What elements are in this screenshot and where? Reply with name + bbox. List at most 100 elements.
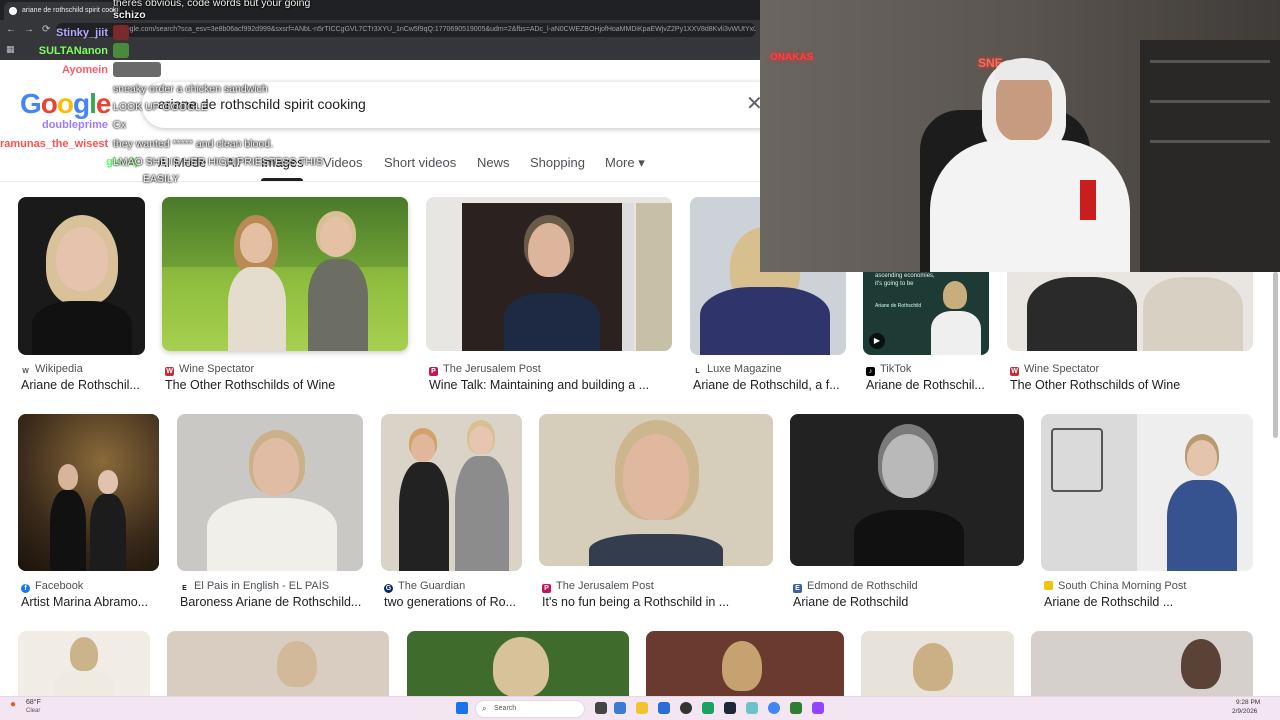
tab-title: ariane de rothschild spirit cooki xyxy=(22,7,119,14)
tab-videos[interactable]: Videos xyxy=(323,155,363,170)
result-thumbnail[interactable] xyxy=(18,414,159,571)
result-title[interactable]: Ariane de Rothschil... xyxy=(21,378,145,392)
chat-username: doubleprime xyxy=(41,119,108,131)
result-title[interactable]: Ariane de Rothschil... xyxy=(866,378,988,392)
result-source: ♪ TikTok xyxy=(866,363,988,376)
result-title[interactable]: Ariane de Rothschild ... xyxy=(1044,595,1252,609)
chat-username: Stinky_jiit xyxy=(56,27,108,39)
webcam-overlay: ONAKAS SNE xyxy=(760,0,1280,272)
image-result[interactable]: South China Morning Post Ariane de Roths… xyxy=(1041,414,1253,610)
windows-taskbar: ● 68°F Clear ⌕ Search 9:28 PM 2/9/2026 xyxy=(0,696,1280,720)
image-result[interactable]: E El Pais in English - EL PAÍS Baroness A… xyxy=(177,414,363,610)
result-thumbnail[interactable] xyxy=(861,631,1014,696)
image-result[interactable]: P The Jerusalem Post It's no fun being a … xyxy=(539,414,773,610)
play-icon: ▶ xyxy=(869,333,885,349)
result-thumbnail[interactable] xyxy=(18,631,150,696)
portrait xyxy=(88,470,128,571)
result-thumbnail[interactable] xyxy=(1041,414,1253,571)
page-scrollbar[interactable] xyxy=(1273,272,1278,438)
chrome-icon[interactable] xyxy=(768,702,780,714)
result-thumbnail[interactable] xyxy=(167,631,389,696)
result-source: E Edmond de Rothschild xyxy=(793,580,1023,593)
result-title[interactable]: It's no fun being a Rothschild in ... xyxy=(542,595,772,609)
tiktok-caption-line: it's going to be xyxy=(875,281,914,287)
store-icon[interactable] xyxy=(658,702,670,714)
result-thumbnail[interactable] xyxy=(539,414,773,566)
portrait xyxy=(451,420,511,571)
portrait xyxy=(850,424,966,566)
result-source: W Wine Spectator xyxy=(1010,363,1100,376)
emote-icon xyxy=(113,25,129,40)
result-title[interactable]: Wine Talk: Maintaining and building a ..… xyxy=(429,378,669,392)
tab-short-videos[interactable]: Short videos xyxy=(384,155,456,170)
scmp-icon xyxy=(1044,581,1053,590)
result-thumbnail[interactable] xyxy=(18,197,145,355)
result-title[interactable]: Baroness Ariane de Rothschild... xyxy=(180,595,362,609)
portrait xyxy=(197,424,347,571)
result-thumbnail[interactable] xyxy=(407,631,629,696)
app-icon[interactable] xyxy=(812,702,824,714)
task-view-icon[interactable] xyxy=(595,702,607,714)
widgets-icon[interactable] xyxy=(614,702,626,714)
edmond-icon: E xyxy=(793,584,802,593)
image-result[interactable]: f Facebook Artist Marina Abramo... xyxy=(18,414,159,610)
result-title[interactable]: Artist Marina Abramo... xyxy=(21,595,159,609)
tiktok-name-caption: Ariane de Rothschild xyxy=(875,303,922,309)
result-source: G The Guardian xyxy=(384,580,466,593)
bleached-hair xyxy=(994,60,1054,80)
result-title[interactable]: Ariane de Rothschild, a f... xyxy=(693,378,843,392)
result-thumbnail[interactable] xyxy=(646,631,844,696)
clock-time[interactable]: 9:28 PM xyxy=(1236,699,1260,706)
result-thumbnail[interactable] xyxy=(381,414,522,571)
jpost-icon: P xyxy=(542,584,551,593)
file-explorer-icon[interactable] xyxy=(636,702,648,714)
result-thumbnail[interactable] xyxy=(426,197,672,351)
result-thumbnail[interactable] xyxy=(790,414,1024,566)
image-result[interactable]: E Edmond de Rothschild Ariane de Rothschi… xyxy=(790,414,1024,610)
result-title[interactable]: The Other Rothschilds of Wine xyxy=(1010,378,1250,392)
tiktok-caption-line: ascending economies, xyxy=(875,273,935,279)
app-icon[interactable] xyxy=(790,702,802,714)
clock-date[interactable]: 2/9/2026 xyxy=(1232,708,1257,715)
address-bar[interactable]: google.com/search?sca_esv=3e8b06acf992d9… xyxy=(56,23,756,37)
tiktok-icon: ♪ xyxy=(866,367,875,376)
result-thumbnail[interactable] xyxy=(177,414,363,571)
red-armband xyxy=(1080,180,1096,220)
taskbar-search[interactable]: ⌕ Search xyxy=(475,700,585,718)
result-title[interactable]: two generations of Ro... xyxy=(384,595,522,609)
result-thumbnail[interactable] xyxy=(1031,631,1253,696)
tab-shopping[interactable]: Shopping xyxy=(530,155,585,170)
facebook-icon: f xyxy=(21,584,30,593)
app-icon[interactable] xyxy=(702,702,714,714)
white-hoodie xyxy=(930,140,1130,272)
image-result[interactable]: W Wikipedia Ariane de Rothschil... xyxy=(18,197,145,393)
result-source: South China Morning Post xyxy=(1044,580,1252,592)
emote-icon xyxy=(113,62,161,77)
result-title[interactable]: The Other Rothschilds of Wine xyxy=(165,378,405,392)
result-title[interactable]: Ariane de Rothschild xyxy=(793,595,1023,609)
el-pais-icon: E xyxy=(182,585,187,592)
guardian-icon: G xyxy=(384,584,393,593)
tab-more[interactable]: More ▾ xyxy=(605,155,645,171)
shelf xyxy=(1140,40,1280,272)
portrait xyxy=(927,277,983,355)
wine-spectator-icon: W xyxy=(1010,367,1019,376)
image-result[interactable]: P The Jerusalem Post Wine Talk: Maintaini… xyxy=(426,197,672,393)
google-favicon-icon xyxy=(9,7,17,15)
image-result[interactable]: W Wine Spectator The Other Rothschilds of… xyxy=(162,197,408,393)
tab-news[interactable]: News xyxy=(477,155,510,170)
portrait xyxy=(579,420,733,566)
neon-sign: ONAKAS xyxy=(770,52,814,63)
windows-start-icon[interactable] xyxy=(456,702,468,714)
app-icon[interactable] xyxy=(680,702,692,714)
app-icon[interactable] xyxy=(746,702,758,714)
chat-message: SULTANanon xyxy=(0,42,129,60)
weather-temp[interactable]: 68°F xyxy=(26,699,41,706)
image-result[interactable]: G The Guardian two generations of Ro... xyxy=(381,414,522,610)
chat-message: glo_2j LMAO SHE IS HER HIGH PRIESTESS TH… xyxy=(0,153,323,171)
weather-icon[interactable]: ● xyxy=(10,699,16,710)
luxe-icon: L xyxy=(695,368,700,375)
steam-icon[interactable] xyxy=(724,702,736,714)
result-thumbnail[interactable] xyxy=(162,197,408,351)
browser-tab[interactable]: ariane de rothschild spirit cooki × xyxy=(4,2,120,20)
